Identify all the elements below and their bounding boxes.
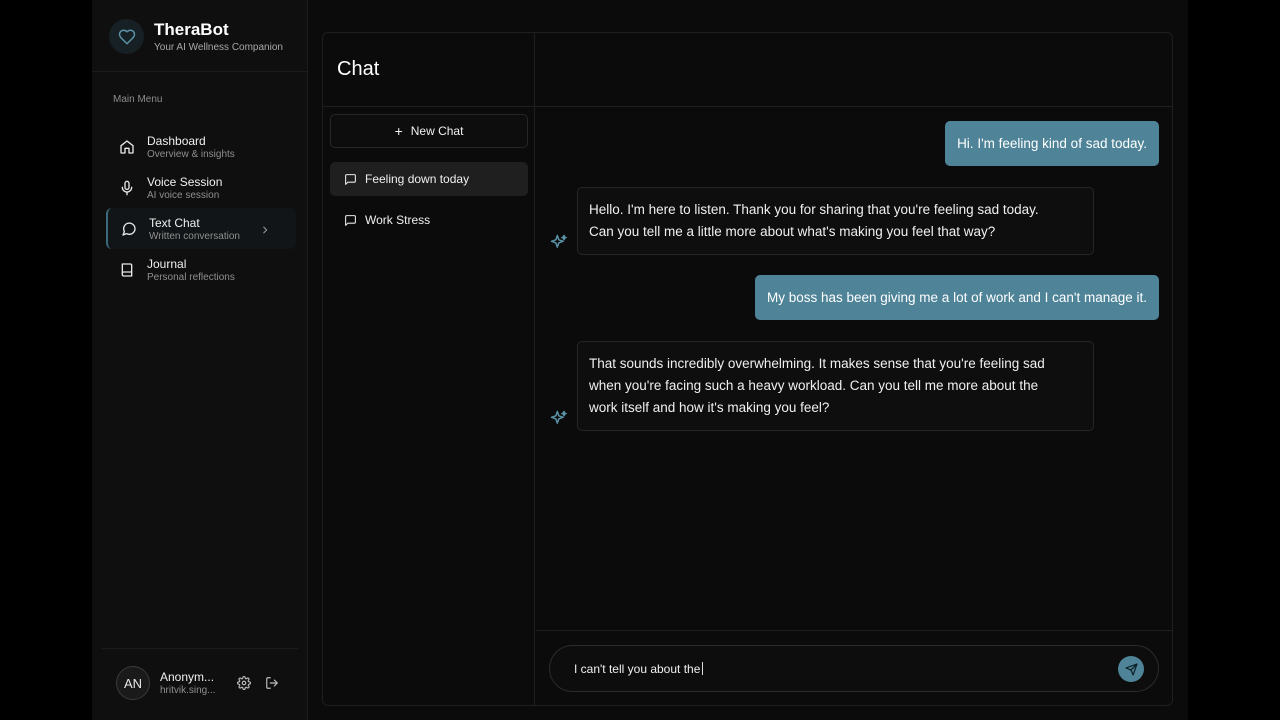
conversation-item[interactable]: Work Stress xyxy=(330,203,528,237)
sidebar-item-subtitle: AI voice session xyxy=(147,189,220,201)
bot-message: Hello. I'm here to listen. Thank you for… xyxy=(577,187,1094,255)
sidebar-item-label: Journal xyxy=(147,256,187,271)
message-square-icon xyxy=(344,214,357,227)
plus-icon: + xyxy=(394,123,403,139)
book-icon xyxy=(118,261,136,279)
user-name: Anonym... xyxy=(160,670,215,684)
send-icon xyxy=(1124,662,1138,676)
microphone-icon xyxy=(118,179,136,197)
brand[interactable]: TheraBot Your AI Wellness Companion xyxy=(109,19,283,54)
sidebar-item-journal[interactable]: Journal Personal reflections xyxy=(106,249,296,290)
message-line: That sounds incredibly overwhelming. It … xyxy=(589,356,1045,371)
sparkle-icon xyxy=(549,409,569,434)
user-email: hritvik.sing... xyxy=(160,685,216,696)
new-chat-button[interactable]: + New Chat xyxy=(330,114,528,148)
brand-name: TheraBot xyxy=(154,20,229,39)
sparkle-icon xyxy=(549,233,569,258)
home-icon xyxy=(118,138,136,156)
avatar[interactable]: AN xyxy=(116,666,150,700)
user-message: My boss has been giving me a lot of work… xyxy=(754,275,1159,320)
user-message: Hi. I'm feeling kind of sad today. xyxy=(945,121,1159,166)
conversation-label: Feeling down today xyxy=(365,172,470,186)
bot-message: That sounds incredibly overwhelming. It … xyxy=(577,341,1094,431)
message-text: My boss has been giving me a lot of work… xyxy=(766,290,1147,305)
sidebar-item-label: Dashboard xyxy=(147,133,206,148)
conversation-list: Chat + New Chat Feeling down today Work … xyxy=(323,33,535,705)
gear-icon[interactable] xyxy=(236,675,252,691)
message-input-text: I can't tell you about the xyxy=(574,661,701,676)
chevron-right-icon xyxy=(260,222,270,240)
sidebar-item-subtitle: Personal reflections xyxy=(147,271,235,283)
sidebar-item-voice-session[interactable]: Voice Session AI voice session xyxy=(106,167,296,208)
logout-icon[interactable] xyxy=(264,675,280,691)
divider xyxy=(92,71,308,72)
conversation-label: Work Stress xyxy=(365,213,431,227)
message-line: Can you tell me a little more about what… xyxy=(589,224,996,239)
message-line: work itself and how it's making you feel… xyxy=(589,400,830,415)
message-square-icon xyxy=(344,173,357,186)
sidebar: TheraBot Your AI Wellness Companion Main… xyxy=(92,0,308,720)
sidebar-item-text-chat[interactable]: Text Chat Written conversation xyxy=(106,208,296,249)
message-thread: Hi. I'm feeling kind of sad today. Hello… xyxy=(536,107,1172,629)
sidebar-item-label: Text Chat xyxy=(149,215,200,230)
chat-panel: Chat + New Chat Feeling down today Work … xyxy=(322,32,1173,706)
app-window: TheraBot Your AI Wellness Companion Main… xyxy=(92,0,1188,720)
sidebar-item-subtitle: Overview & insights xyxy=(147,148,235,160)
main-menu: Dashboard Overview & insights Voice Sess… xyxy=(106,126,296,290)
page-title: Chat xyxy=(337,58,380,80)
divider xyxy=(102,648,298,649)
sidebar-item-subtitle: Written conversation xyxy=(149,230,240,242)
message-line: when you're facing such a heavy workload… xyxy=(589,378,1039,393)
text-caret xyxy=(702,662,704,675)
conversation-item[interactable]: Feeling down today xyxy=(330,162,528,196)
new-chat-label: New Chat xyxy=(410,124,464,138)
menu-title: Main Menu xyxy=(113,94,163,105)
message-text: Hi. I'm feeling kind of sad today. xyxy=(957,136,1147,151)
chat-bubble-icon xyxy=(120,220,138,238)
heart-icon xyxy=(109,19,144,54)
sidebar-item-dashboard[interactable]: Dashboard Overview & insights xyxy=(106,126,296,167)
message-line: Hello. I'm here to listen. Thank you for… xyxy=(589,202,1039,217)
user-profile: AN Anonym... hritvik.sing... xyxy=(116,666,280,700)
message-input[interactable]: I can't tell you about the xyxy=(549,645,1159,692)
divider xyxy=(536,630,1172,631)
send-button[interactable] xyxy=(1118,656,1144,682)
brand-tagline: Your AI Wellness Companion xyxy=(154,42,283,53)
sidebar-item-label: Voice Session xyxy=(147,174,223,189)
